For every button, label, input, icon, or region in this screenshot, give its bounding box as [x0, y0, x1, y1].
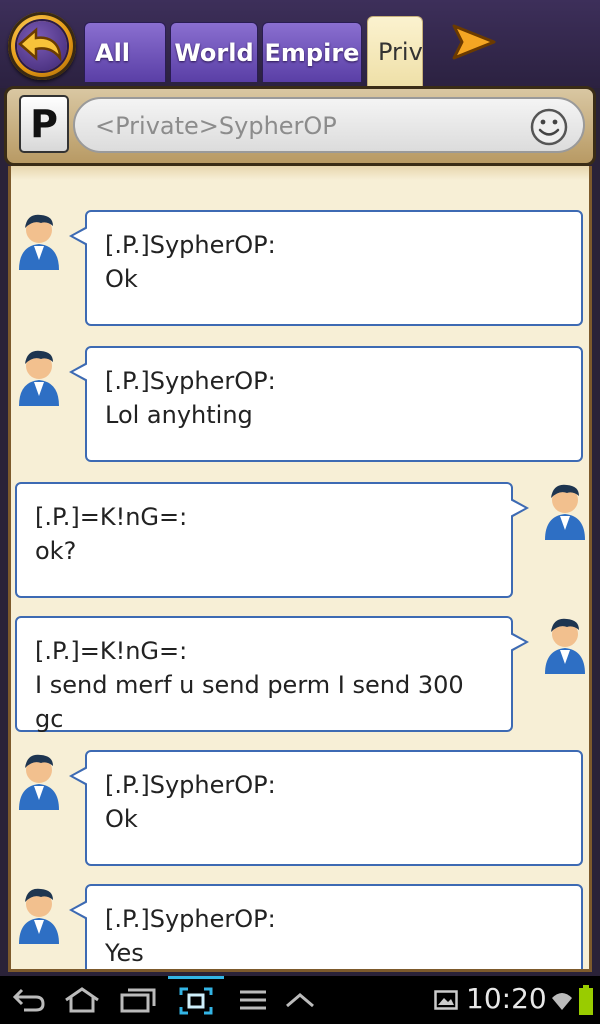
message-text: ok? [35, 537, 77, 565]
channel-tab-bar: All World Empire Priv [0, 0, 600, 88]
wifi-icon [552, 993, 572, 1010]
status-clock: 10:20 [466, 982, 547, 1015]
chat-message: [.P.]SypherOP: Ok [69, 210, 583, 326]
tab-empire[interactable]: Empire [262, 22, 362, 82]
chat-message-panel[interactable]: [.P.]SypherOP: Ok [.P.]SypherOP: Lol any… [8, 166, 592, 972]
private-channel-badge[interactable]: P [19, 95, 69, 153]
message-text: Ok [105, 265, 138, 293]
menu-icon[interactable] [238, 986, 268, 1014]
message-text: Yes [105, 939, 144, 967]
tab-private[interactable]: Priv [367, 16, 423, 86]
message-sender: [.P.]SypherOP: [105, 771, 276, 799]
avatar-icon[interactable] [541, 614, 589, 674]
chat-message: [.P.]=K!nG=: I send merf u send perm I s… [15, 616, 529, 733]
message-sender: [.P.]=K!nG=: [35, 637, 188, 665]
gallery-icon [434, 990, 458, 1010]
screenshot-highlight [168, 976, 224, 979]
chat-input-bar: P [4, 86, 596, 166]
system-navigation-bar: 10:20 [0, 976, 600, 1024]
avatar-icon[interactable] [15, 210, 63, 270]
avatar-icon[interactable] [15, 884, 63, 944]
message-text: Ok [105, 805, 138, 833]
avatar-icon[interactable] [541, 480, 589, 540]
tab-all[interactable]: All [84, 22, 166, 82]
message-field-wrapper [73, 97, 585, 153]
chat-message: [.P.]SypherOP: Ok [69, 750, 583, 866]
tab-empire-label: Empire [264, 38, 360, 67]
nav-back-icon[interactable] [12, 986, 46, 1014]
back-arrow-icon [18, 27, 62, 62]
screenshot-icon[interactable] [178, 986, 214, 1016]
up-chevron-icon[interactable] [284, 986, 316, 1014]
back-button[interactable] [8, 12, 76, 80]
tab-private-label: Priv [378, 37, 423, 66]
avatar-icon[interactable] [15, 346, 63, 406]
avatar-icon[interactable] [15, 750, 63, 810]
chat-message: [.P.]SypherOP: Yes [69, 884, 583, 969]
message-sender: [.P.]=K!nG=: [35, 503, 188, 531]
message-sender: [.P.]SypherOP: [105, 231, 276, 259]
tab-world[interactable]: World [170, 22, 258, 82]
message-sender: [.P.]SypherOP: [105, 367, 276, 395]
next-arrow-icon[interactable] [448, 20, 500, 64]
battery-icon [579, 985, 593, 1015]
tab-all-label: All [95, 38, 131, 67]
chat-message: [.P.]=K!nG=: ok? [15, 482, 529, 598]
nav-recents-icon[interactable] [118, 986, 158, 1014]
nav-home-icon[interactable] [62, 986, 102, 1014]
message-text: Lol anyhting [105, 401, 253, 429]
chat-message: [.P.]SypherOP: Lol anyhting [69, 346, 583, 462]
smiley-icon[interactable] [529, 107, 569, 147]
tab-world-label: World [174, 38, 254, 67]
message-text: I send merf u send perm I send 300 gc [35, 671, 464, 733]
message-sender: [.P.]SypherOP: [105, 905, 276, 933]
message-input[interactable] [93, 107, 517, 145]
